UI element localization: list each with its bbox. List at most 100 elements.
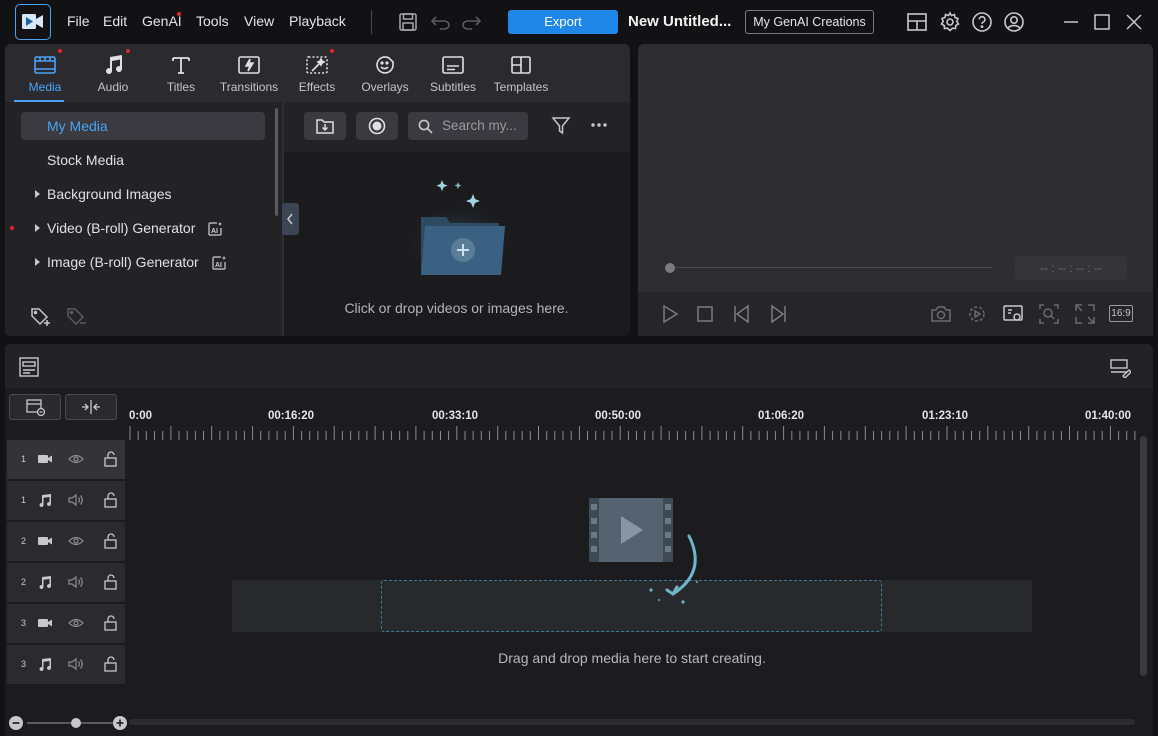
tab-audio[interactable]: Audio [79,52,147,98]
timeline-vertical-scrollbar[interactable] [1140,436,1147,676]
close-icon[interactable] [1125,13,1143,31]
timeline-track-area[interactable]: Drag and drop media here to start creati… [127,440,1145,708]
snapshot-camera-icon[interactable] [930,304,952,324]
help-icon[interactable] [971,11,993,33]
app-logo[interactable] [15,4,51,40]
lock-icon[interactable] [103,615,119,631]
search-icon [418,119,433,134]
menu-file[interactable]: File [67,13,90,29]
sidebar-item-image-broll-generator[interactable]: Image (B-roll) Generator AI [21,248,265,276]
expand-caret-icon[interactable] [35,258,40,266]
minimize-icon[interactable] [1062,13,1080,31]
track-number: 1 [21,495,27,505]
eye-visibility-icon[interactable] [68,452,84,466]
undo-icon[interactable] [430,13,452,31]
track-header-audio-2[interactable]: 2 [7,563,125,603]
add-tag-icon[interactable] [29,306,51,328]
music-note-icon [37,657,53,673]
lock-icon[interactable] [103,451,119,467]
templates-icon [509,54,533,76]
lock-icon[interactable] [103,656,119,672]
sidebar-item-stock-media[interactable]: Stock Media [21,146,265,174]
track-header-video-3[interactable]: 3 [7,604,125,644]
expand-caret-icon[interactable] [35,190,40,198]
preview-quality-icon[interactable] [966,304,988,324]
fit-timeline-button[interactable] [65,394,117,420]
save-icon[interactable] [398,12,418,32]
sidebar-item-my-media[interactable]: My Media [21,112,265,140]
tab-subtitles[interactable]: Subtitles [419,52,487,98]
timeline-settings-icon[interactable] [1109,356,1131,378]
maximize-icon[interactable] [1093,13,1111,31]
music-note-icon [37,575,53,591]
next-frame-icon[interactable] [768,304,788,324]
tab-templates-label: Templates [493,80,549,94]
zoom-preview-icon[interactable] [1038,303,1060,325]
remove-tag-icon[interactable] [65,306,87,328]
video-camera-icon [37,534,53,548]
record-button[interactable] [356,112,398,140]
svg-text:AI: AI [211,228,218,235]
timeline-ruler-row: 0:00 00:16:20 00:33:10 00:50:00 01:06:20… [5,388,1153,440]
filter-funnel-icon[interactable] [551,116,571,136]
zoom-slider-track[interactable] [27,722,113,724]
eye-visibility-icon[interactable] [68,616,84,630]
my-genai-creations-button[interactable]: My GenAI Creations [745,10,874,34]
export-button[interactable]: Export [508,10,618,34]
fullscreen-icon[interactable] [1074,303,1096,325]
sidebar-scrollbar[interactable] [275,108,278,216]
playback-scrubber-track[interactable] [673,267,992,268]
eye-visibility-icon[interactable] [68,534,84,548]
search-placeholder: Search my... [442,118,517,133]
stop-icon[interactable] [696,305,714,323]
redo-icon[interactable] [460,13,482,31]
display-settings-icon[interactable] [1002,303,1024,325]
ruler-tick-label: 00:16:20 [268,410,315,422]
settings-gear-icon[interactable] [939,11,961,33]
tab-templates[interactable]: Templates [487,52,555,98]
zoom-slider-handle[interactable] [71,718,81,728]
lock-icon[interactable] [103,574,119,590]
track-manager-button[interactable] [9,394,61,420]
collapse-sidebar-handle[interactable] [282,203,299,235]
track-header-audio-1[interactable]: 1 [7,481,125,521]
track-header-video-2[interactable]: 2 [7,522,125,562]
title-text-icon [169,54,193,76]
tab-titles[interactable]: Titles [147,52,215,98]
timeline-panel: 0:00 00:16:20 00:33:10 00:50:00 01:06:20… [5,344,1153,736]
menu-playback[interactable]: Playback [289,13,346,29]
tab-effects[interactable]: Effects [283,52,351,98]
storyboard-toggle-icon[interactable] [18,356,40,378]
lock-icon[interactable] [103,492,119,508]
more-options-icon[interactable] [590,122,608,128]
sidebar-item-video-broll-generator[interactable]: Video (B-roll) Generator AI [21,214,265,242]
speaker-volume-icon[interactable] [68,657,84,671]
search-media-input[interactable]: Search my... [408,112,528,140]
tab-media[interactable]: Media [11,52,79,98]
expand-caret-icon[interactable] [35,224,40,232]
play-icon[interactable] [660,304,680,324]
tab-overlays[interactable]: Overlays [351,52,419,98]
timeline-horizontal-scrollbar[interactable] [129,719,1135,725]
playback-scrubber-handle[interactable] [665,263,675,273]
layout-icon[interactable] [906,12,928,32]
zoom-in-icon[interactable] [112,715,128,731]
track-header-video-1[interactable]: 1 [7,440,125,480]
menu-view[interactable]: View [244,13,274,29]
transition-icon [237,54,261,76]
menu-edit[interactable]: Edit [103,13,127,29]
account-icon[interactable] [1003,11,1025,33]
import-media-button[interactable] [304,112,346,140]
menu-genai[interactable]: GenAI [142,13,182,29]
speaker-volume-icon[interactable] [68,575,84,589]
aspect-ratio-button[interactable]: 16:9 [1109,305,1133,322]
zoom-out-icon[interactable] [8,715,24,731]
timeline-ruler[interactable] [127,426,1143,440]
menu-tools[interactable]: Tools [196,13,229,29]
lock-icon[interactable] [103,533,119,549]
previous-frame-icon[interactable] [732,304,752,324]
sidebar-item-background-images[interactable]: Background Images [21,180,265,208]
tab-transitions[interactable]: Transitions [215,52,283,98]
track-header-audio-3[interactable]: 3 [7,645,125,685]
speaker-volume-icon[interactable] [68,493,84,507]
